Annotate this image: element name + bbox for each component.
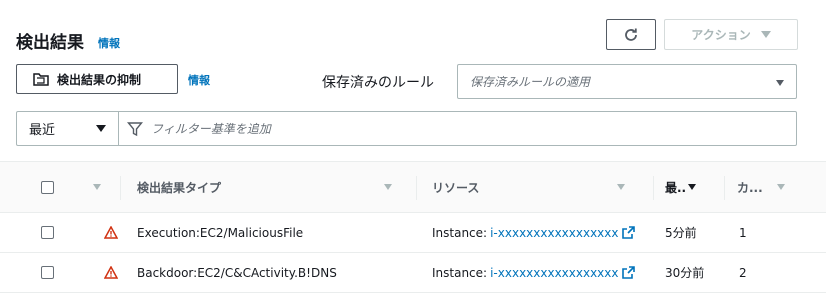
last-seen: 5分前 [665, 226, 697, 240]
filter-input[interactable]: フィルター基準を追加 [151, 120, 271, 137]
saved-rules-select[interactable]: 保存済みルールの適用 [457, 64, 797, 99]
resource-prefix: Instance: [432, 265, 488, 280]
column-header-count[interactable]: カ... [737, 162, 763, 212]
folder-icon [33, 73, 49, 86]
severity-sort-icon[interactable] [93, 162, 101, 212]
resource-prefix: Instance: [432, 225, 488, 240]
actions-label: アクション [691, 28, 751, 42]
page-title: 検出結果 [16, 33, 84, 53]
table-row[interactable]: Execution:EC2/MaliciousFile Instance: i-… [0, 213, 826, 253]
actions-button[interactable]: アクション [664, 19, 798, 50]
column-header-resource[interactable]: リソース [432, 162, 479, 212]
warning-triangle-icon [104, 253, 118, 292]
caret-down-icon [760, 31, 771, 38]
select-all-checkbox[interactable] [41, 162, 54, 212]
column-header-type[interactable]: 検出結果タイプ [137, 162, 221, 212]
filter-icon [127, 121, 143, 137]
suppress-label: 検出結果の抑制 [57, 72, 142, 87]
count: 2 [739, 265, 747, 280]
external-link-icon[interactable] [622, 266, 636, 279]
time-range-value: 最近 [29, 123, 56, 138]
warning-triangle-icon [104, 213, 118, 252]
count-sort-icon[interactable] [777, 162, 785, 212]
table-row[interactable]: Backdoor:EC2/C&CActivity.B!DNS Instance:… [0, 253, 826, 293]
column-divider [120, 176, 121, 200]
finding-type[interactable]: Backdoor:EC2/C&CActivity.B!DNS [137, 253, 337, 292]
column-divider [724, 176, 725, 200]
resource-link[interactable]: i-xxxxxxxxxxxxxxxxx [490, 266, 618, 280]
type-sort-icon[interactable] [384, 162, 392, 212]
row-checkbox[interactable] [41, 253, 54, 292]
column-header-last-seen[interactable]: 最.. [665, 162, 697, 212]
suppress-findings-button[interactable]: 検出結果の抑制 [16, 64, 178, 94]
count: 1 [739, 225, 747, 240]
title-info-link[interactable]: 情報 [98, 35, 120, 51]
saved-rules-placeholder: 保存済みルールの適用 [470, 75, 591, 89]
filter-bar: 最近 フィルター基準を追加 [16, 111, 797, 146]
resource-link[interactable]: i-xxxxxxxxxxxxxxxxx [490, 226, 618, 240]
caret-down-icon [96, 125, 106, 132]
table-header: 検出結果タイプ リソース 最.. カ... [0, 161, 826, 213]
chevron-down-icon [776, 80, 784, 86]
sort-desc-icon [688, 184, 697, 190]
row-checkbox[interactable] [41, 213, 54, 252]
findings-table: 検出結果タイプ リソース 最.. カ... Execution:EC2/Mali… [0, 161, 826, 293]
resource-cell: Instance: i-xxxxxxxxxxxxxxxxx [432, 253, 636, 292]
resource-cell: Instance: i-xxxxxxxxxxxxxxxxx [432, 213, 636, 252]
finding-type[interactable]: Execution:EC2/MaliciousFile [137, 213, 303, 252]
saved-rules-label: 保存済みのルール [322, 75, 434, 91]
resource-sort-icon[interactable] [617, 162, 625, 212]
suppress-info-link[interactable]: 情報 [188, 72, 210, 88]
last-seen: 30分前 [665, 266, 705, 280]
last-seen-label: 最.. [665, 180, 687, 195]
column-divider [416, 176, 417, 200]
refresh-button[interactable] [606, 19, 656, 50]
external-link-icon[interactable] [622, 226, 636, 239]
refresh-icon [625, 28, 637, 41]
column-divider [653, 176, 654, 200]
time-range-select[interactable]: 最近 [17, 112, 119, 145]
